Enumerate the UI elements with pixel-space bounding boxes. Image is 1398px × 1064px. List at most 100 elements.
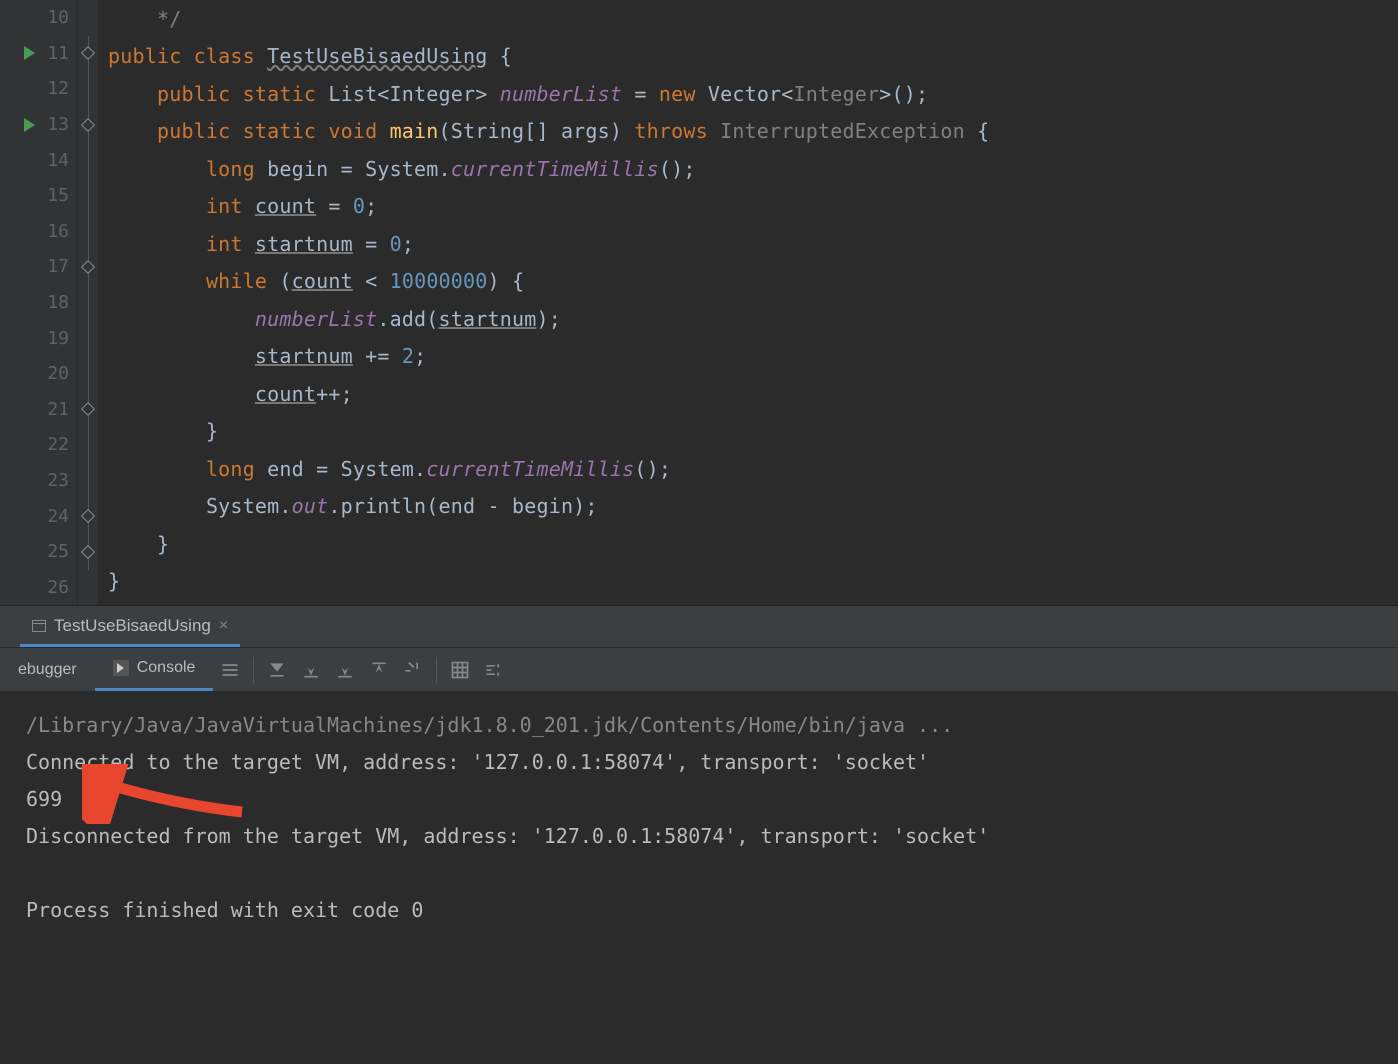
run-tab-active[interactable]: TestUseBisaedUsing × (20, 608, 240, 647)
fold-handle-icon[interactable] (81, 509, 95, 523)
code-line[interactable]: while (count < 10000000) { (108, 263, 1398, 301)
fold-cell[interactable] (78, 534, 98, 570)
fold-handle-icon[interactable] (81, 118, 95, 132)
line-number[interactable]: 23 (0, 463, 77, 499)
fold-cell[interactable] (78, 249, 98, 285)
code-line[interactable]: } (108, 413, 1398, 451)
line-number[interactable]: 17 (0, 249, 77, 285)
fold-cell[interactable] (78, 285, 98, 321)
console-output-line[interactable]: Connected to the target VM, address: '12… (26, 743, 1384, 780)
line-number[interactable]: 26 (0, 570, 77, 606)
code-token: (); (659, 157, 696, 181)
fold-cell[interactable] (78, 427, 98, 463)
line-number[interactable]: 21 (0, 392, 77, 428)
code-token: public static void (157, 119, 390, 143)
code-token: { (965, 119, 989, 143)
tab-debugger[interactable]: ebugger (0, 648, 95, 691)
soft-wrap-button[interactable] (213, 653, 247, 687)
fold-cell[interactable] (78, 71, 98, 107)
line-number[interactable]: 16 (0, 214, 77, 250)
code-editor[interactable]: 1011121314151617181920212223242526 */pub… (0, 0, 1398, 605)
line-number-text: 17 (47, 256, 69, 277)
code-line[interactable]: public static void main(String[] args) t… (108, 113, 1398, 151)
fold-cell[interactable] (78, 392, 98, 428)
console-output-line[interactable] (26, 854, 1384, 891)
fold-cell[interactable] (78, 214, 98, 250)
code-token: } (108, 569, 120, 593)
grid-button[interactable] (443, 653, 477, 687)
download-button[interactable] (294, 653, 328, 687)
code-token: ) { (488, 269, 525, 293)
tab-console[interactable]: Console (95, 648, 214, 691)
code-line[interactable]: numberList.add(startnum); (108, 300, 1398, 338)
line-number-text: 14 (47, 150, 69, 171)
line-number-gutter[interactable]: 1011 12 13 14 1516 17 18192021222324 25 26 (0, 0, 78, 605)
console-output[interactable]: /Library/Java/JavaVirtualMachines/jdk1.8… (0, 692, 1398, 1064)
fold-cell[interactable] (78, 0, 98, 36)
fold-cell[interactable] (78, 570, 98, 606)
code-token: } (157, 532, 169, 556)
code-line[interactable]: startnum += 2; (108, 338, 1398, 376)
line-number[interactable]: 25 (0, 534, 77, 570)
line-number[interactable]: 12 (0, 71, 77, 107)
line-number-text: 12 (47, 78, 69, 99)
close-icon[interactable]: × (219, 617, 228, 635)
line-number[interactable]: 24 (0, 498, 77, 534)
code-line[interactable]: long end = System.currentTimeMillis(); (108, 450, 1398, 488)
console-output-line[interactable]: Process finished with exit code 0 (26, 891, 1384, 928)
code-line[interactable]: } (108, 525, 1398, 563)
code-line[interactable]: public class TestUseBisaedUsing { (108, 38, 1398, 76)
fold-column[interactable] (78, 0, 98, 605)
code-line[interactable]: int startnum = 0; (108, 225, 1398, 263)
code-line[interactable]: long begin = System.currentTimeMillis(); (108, 150, 1398, 188)
fold-cell[interactable] (78, 320, 98, 356)
line-number[interactable]: 11 (0, 36, 77, 72)
fold-cell[interactable] (78, 142, 98, 178)
line-number[interactable]: 19 (0, 320, 77, 356)
fold-cell[interactable] (78, 498, 98, 534)
fold-handle-icon[interactable] (81, 545, 95, 559)
line-number[interactable]: 22 (0, 427, 77, 463)
line-number[interactable]: 18 (0, 285, 77, 321)
console-output-line[interactable]: 699 (26, 780, 1384, 817)
download-button-2[interactable] (328, 653, 362, 687)
fold-cell[interactable] (78, 107, 98, 143)
scroll-to-end-button[interactable] (260, 653, 294, 687)
code-token: currentTimeMillis (451, 157, 659, 181)
toolbar-separator (253, 657, 254, 683)
code-line[interactable]: } (108, 563, 1398, 601)
settings-button[interactable] (477, 653, 511, 687)
code-token: ( (279, 269, 291, 293)
run-gutter-icon[interactable] (24, 118, 35, 132)
line-number-text: 25 (47, 541, 69, 562)
console-command-line[interactable]: /Library/Java/JavaVirtualMachines/jdk1.8… (26, 706, 1384, 743)
fold-cell[interactable] (78, 178, 98, 214)
console-icon (113, 660, 129, 676)
fold-cell[interactable] (78, 36, 98, 72)
line-number[interactable]: 13 (0, 107, 77, 143)
fold-handle-icon[interactable] (81, 260, 95, 274)
code-token: (String[] args) (439, 119, 635, 143)
run-gutter-icon[interactable] (24, 46, 35, 60)
line-number[interactable]: 20 (0, 356, 77, 392)
code-line[interactable]: int count = 0; (108, 188, 1398, 226)
console-output-line[interactable]: Disconnected from the target VM, address… (26, 817, 1384, 854)
line-number[interactable]: 14 (0, 142, 77, 178)
tab-console-label: Console (137, 659, 196, 677)
code-line[interactable]: count++; (108, 375, 1398, 413)
fold-cell[interactable] (78, 356, 98, 392)
code-line[interactable]: */ (108, 0, 1398, 38)
code-line[interactable]: public static List<Integer> numberList =… (108, 75, 1398, 113)
upload-button[interactable] (362, 653, 396, 687)
fold-handle-icon[interactable] (81, 46, 95, 60)
run-tool-window: TestUseBisaedUsing × ebugger Console (0, 605, 1398, 1064)
line-number[interactable]: 10 (0, 0, 77, 36)
fold-handle-icon[interactable] (81, 402, 95, 416)
print-button[interactable] (396, 653, 430, 687)
line-number[interactable]: 15 (0, 178, 77, 214)
code-token: { (487, 44, 511, 68)
code-area[interactable]: */public class TestUseBisaedUsing { publ… (98, 0, 1398, 605)
code-token: 10000000 (390, 269, 488, 293)
code-line[interactable]: System.out.println(end - begin); (108, 488, 1398, 526)
fold-cell[interactable] (78, 463, 98, 499)
